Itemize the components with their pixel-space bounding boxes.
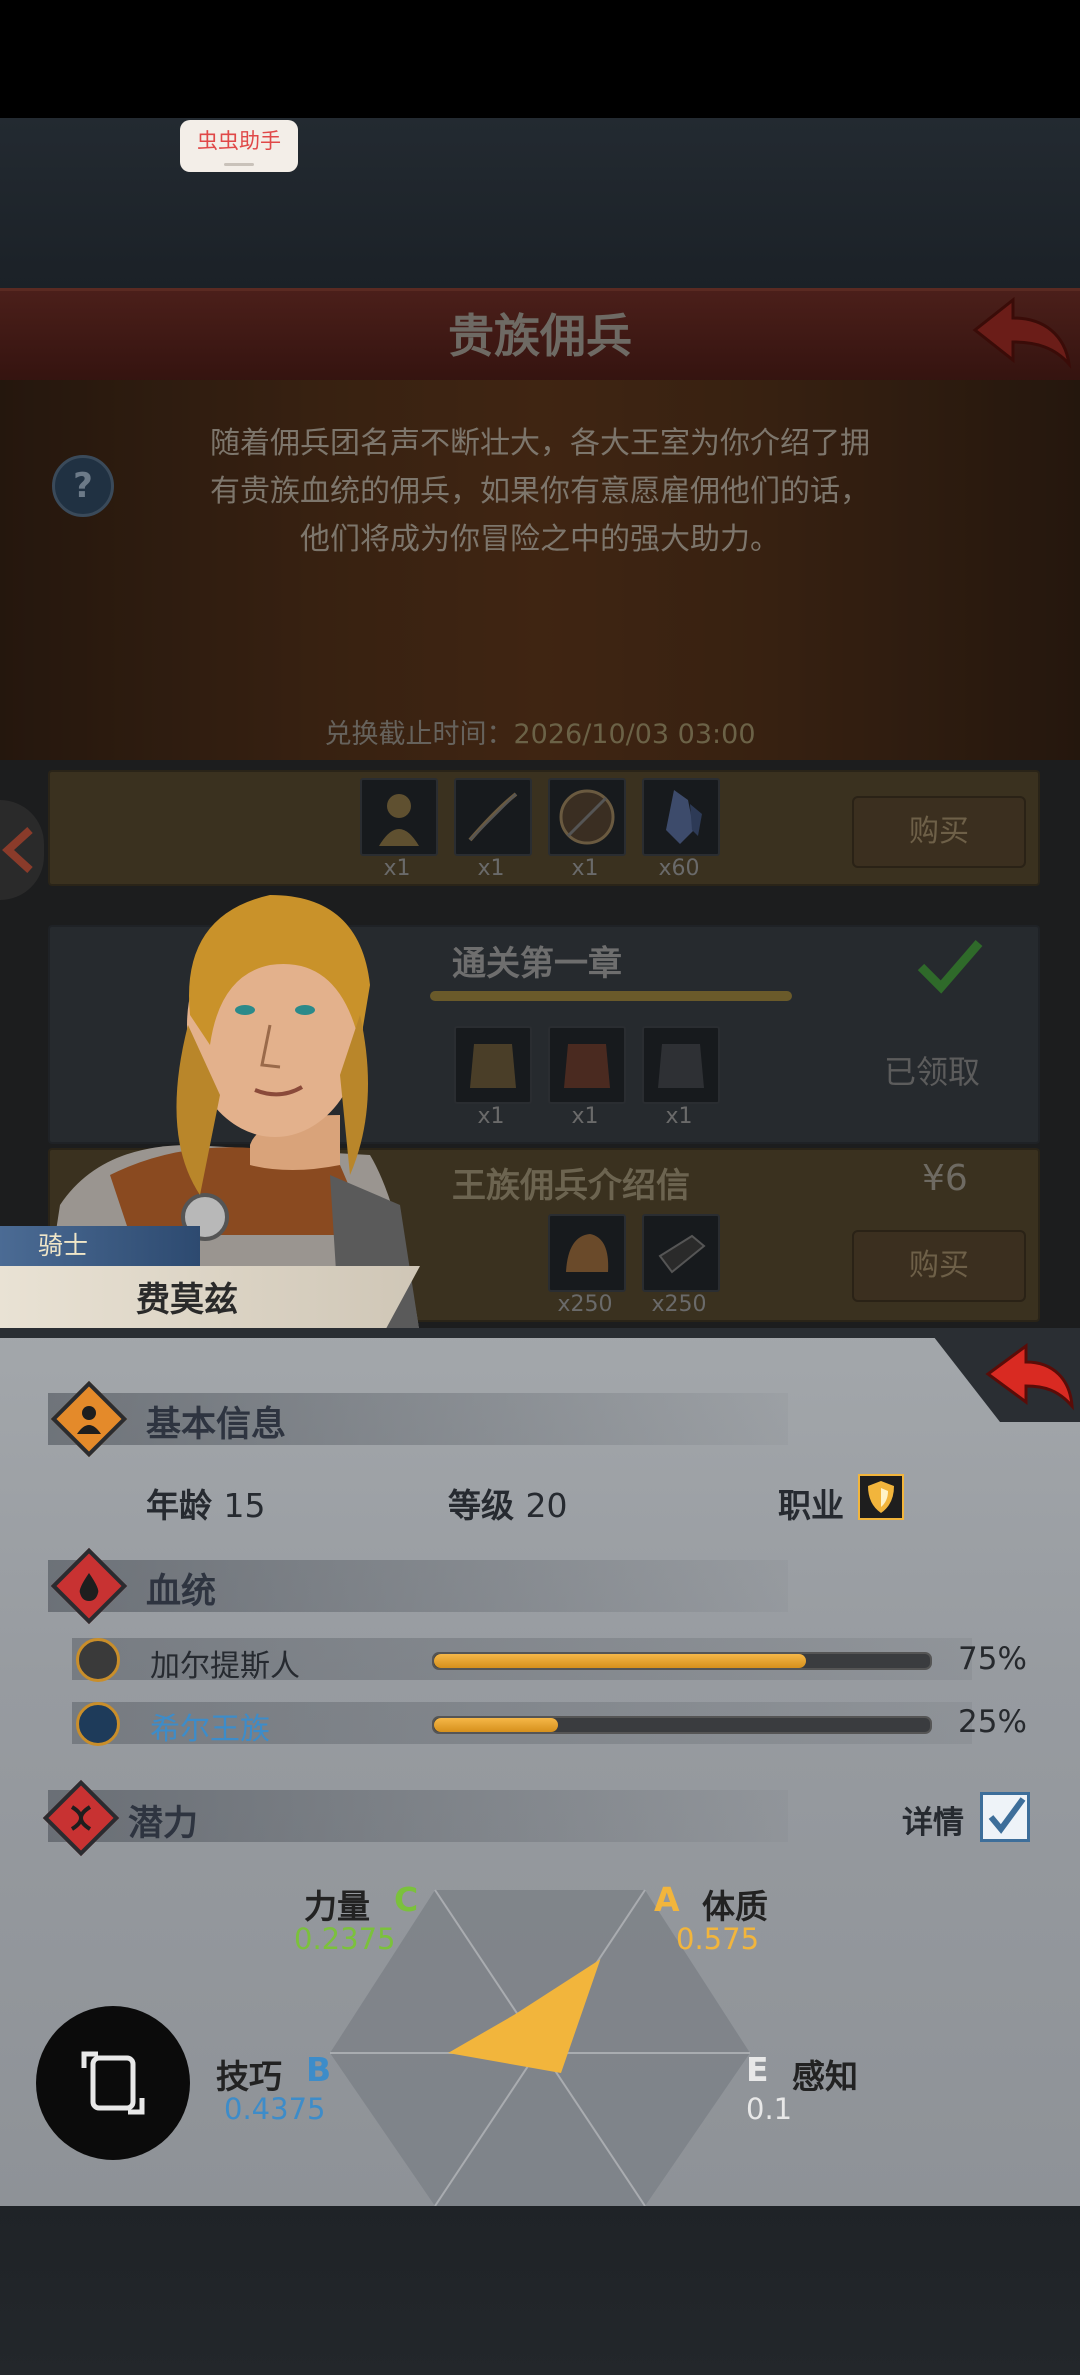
hero-name: 费莫兹: [136, 1280, 238, 1320]
stat-skill-value: 0.4375: [224, 2092, 326, 2126]
stat-constitution-label: 体质: [702, 1887, 768, 1926]
hero-class-tag: 骑士: [0, 1226, 200, 1266]
rotate-icon: [81, 2051, 145, 2115]
age-stat: 年龄 15: [146, 1479, 266, 1527]
dna-icon: [70, 1805, 92, 1831]
left-arrow-icon[interactable]: [0, 800, 44, 900]
back-arrow-icon[interactable]: [965, 292, 1075, 372]
shield-icon[interactable]: [858, 1474, 904, 1520]
status-bar: [0, 0, 1080, 118]
bloodline-name: 希尔王族: [150, 1712, 270, 1747]
stat-strength-grade: C: [394, 1880, 419, 1919]
item-quantity: x1: [665, 1104, 693, 1129]
stat-skill-grade: B: [306, 2050, 332, 2089]
item-slot[interactable]: [454, 778, 532, 856]
check-icon: [917, 940, 983, 994]
bloodline-bar-fill: [434, 1654, 806, 1668]
level-stat: 等级 20: [448, 1479, 568, 1527]
item-slot[interactable]: [360, 778, 438, 856]
stat-skill-label: 技巧: [216, 2057, 282, 2096]
stat-constitution-grade: A: [654, 1880, 680, 1919]
bloodline-title: 血统: [146, 1572, 217, 1612]
bloodline-bar-fill: [434, 1718, 558, 1732]
help-icon[interactable]: ?: [52, 455, 114, 517]
stat-perception-label: 感知: [792, 2057, 858, 2096]
claimed-status: 已领取: [884, 1053, 981, 1091]
stat-perception-grade: E: [746, 2050, 769, 2089]
background-top: [0, 118, 1080, 288]
person-glyph-icon: [77, 1406, 101, 1434]
bloodline-percent: 25%: [958, 1704, 1027, 1740]
item-quantity: x60: [658, 856, 700, 881]
level-value: 20: [525, 1486, 568, 1525]
stat-strength-value: 0.2375: [294, 1922, 396, 1956]
store-description: 随着佣兵团名声不断壮大，各大王室为你介绍了拥 有贵族血统的佣兵，如果你有意愿雇佣…: [160, 420, 920, 564]
bloodline-bar: [432, 1652, 932, 1670]
job-label: 职业: [778, 1486, 844, 1525]
deadline-value: 2026/10/03 03:00: [513, 719, 756, 750]
store-description-line: 有贵族血统的佣兵，如果你有意愿雇佣他们的话，: [210, 474, 870, 509]
level-label: 等级: [448, 1486, 514, 1525]
bottom-background: [0, 2206, 1080, 2375]
assistant-badge[interactable]: 虫虫助手: [180, 120, 298, 172]
job-stat: 职业: [778, 1479, 844, 1527]
age-value: 15: [223, 1486, 266, 1525]
rotate-screen-button[interactable]: [36, 2006, 190, 2160]
detail-label: 详情: [902, 1805, 964, 1841]
stat-constitution-value: 0.575: [676, 1922, 760, 1956]
offer-price: ¥6: [922, 1158, 968, 1199]
buy-button[interactable]: 购买: [852, 1230, 1026, 1302]
item-slot[interactable]: [548, 778, 626, 856]
age-label: 年龄: [146, 1486, 212, 1525]
back-button[interactable]: [930, 1332, 1080, 1422]
item-quantity: x250: [651, 1292, 707, 1317]
stat-perception-value: 0.1: [746, 2092, 793, 2126]
item-slot[interactable]: [642, 1026, 720, 1104]
potential-title: 潜力: [128, 1804, 199, 1844]
bloodline-percent: 75%: [958, 1641, 1027, 1677]
item-slot[interactable]: [642, 778, 720, 856]
store-title: 贵族佣兵: [448, 309, 632, 363]
deadline-label: 兑换截止时间：: [324, 719, 514, 750]
bloodline-bar: [432, 1716, 932, 1734]
deadline-text: 兑换截止时间：2026/10/03 03:00: [0, 712, 1080, 751]
buy-button[interactable]: 购买: [852, 796, 1026, 868]
detail-checkbox[interactable]: [980, 1792, 1030, 1842]
panel-top-border: [0, 1328, 1080, 1338]
basic-info-title: 基本信息: [146, 1405, 287, 1445]
beast-emblem-icon: [76, 1638, 120, 1682]
store-description-line: 随着佣兵团名声不断壮大，各大王室为你介绍了拥: [210, 426, 870, 461]
store-description-line: 他们将成为你冒险之中的强大助力。: [300, 522, 780, 557]
blood-drop-icon: [79, 1573, 99, 1601]
stat-strength-label: 力量: [304, 1887, 370, 1926]
royal-emblem-icon: [76, 1702, 120, 1746]
item-slot[interactable]: [642, 1214, 720, 1292]
bloodline-name: 加尔提斯人: [150, 1649, 300, 1684]
